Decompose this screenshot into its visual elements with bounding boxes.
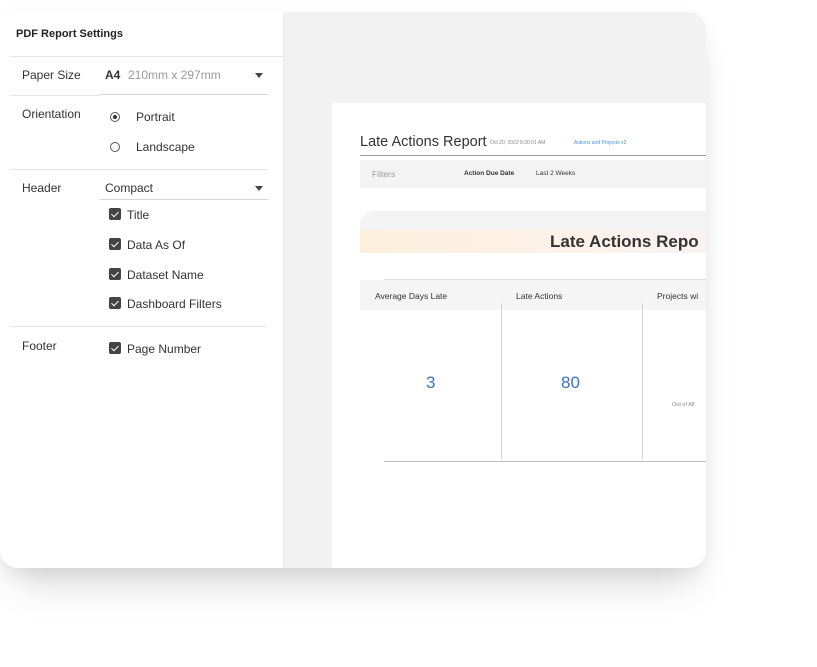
title-check-label: Title [127, 208, 150, 222]
chevron-down-icon [255, 73, 263, 78]
footer-label: Footer [22, 339, 57, 353]
paper-size-label: Paper Size [22, 68, 81, 82]
paper-size-underline [100, 94, 268, 95]
kpi-header: Average Days Late [375, 291, 448, 301]
paper-size-value: A4 [105, 68, 121, 82]
header-style-underline [100, 199, 268, 200]
dataset-name-check-label: Dataset Name [127, 268, 204, 282]
header-label: Header [22, 181, 62, 195]
divider [10, 56, 283, 57]
kpi-header: Projects wi [657, 291, 699, 301]
kpi-header: Late Actions [516, 291, 563, 301]
report-timestamp: Oct 20, 2022 8:30:01 AM [490, 140, 546, 146]
page-number-checkbox[interactable] [109, 342, 121, 354]
landscape-label: Landscape [136, 140, 195, 154]
portrait-radio[interactable] [110, 112, 120, 122]
paper-size-select[interactable]: A4 210mm x 297mm [100, 62, 268, 88]
filter-value: Last 2 Weeks [536, 170, 576, 177]
dashboard-filters-check-label: Dashboard Filters [127, 297, 222, 311]
filters-bar: Filters Action Due Date Last 2 Weeks [360, 160, 706, 188]
data-as-of-checkbox[interactable] [109, 238, 121, 250]
section-bottom-rule [384, 461, 706, 462]
title-checkbox[interactable] [109, 208, 121, 220]
settings-panel: PDF Report Settings Paper Size A4 210mm … [0, 12, 284, 568]
dashboard-filters-checkbox[interactable] [109, 297, 121, 309]
report-banner: Late Actions Repo [360, 230, 706, 253]
dataset-name-checkbox[interactable] [109, 268, 121, 280]
header-style-value: Compact [105, 181, 154, 195]
orientation-label: Orientation [22, 107, 81, 121]
panel-title: PDF Report Settings [16, 28, 123, 40]
title-rule [360, 155, 706, 156]
dataset-link[interactable]: Actions and Projects v2 [574, 140, 626, 146]
data-as-of-check-label: Data As Of [127, 238, 186, 252]
divider [10, 169, 268, 170]
paper-size-detail: 210mm x 297mm [128, 68, 221, 82]
header-style-select[interactable]: Compact [100, 175, 268, 199]
report-preview-page: Late Actions Report Oct 20, 2022 8:30:01… [332, 103, 706, 568]
report-title: Late Actions Report [360, 134, 487, 150]
pdf-settings-window: PDF Report Settings Paper Size A4 210mm … [0, 12, 706, 568]
landscape-radio[interactable] [110, 142, 120, 152]
kpi-divider [501, 303, 502, 459]
kpi-value: 3 [426, 373, 436, 392]
divider [10, 326, 266, 327]
portrait-label: Portrait [136, 110, 175, 124]
banner-title: Late Actions Repo [550, 232, 699, 251]
chevron-down-icon [255, 186, 263, 191]
kpi-value: 80 [561, 373, 580, 392]
page-number-check-label: Page Number [127, 342, 202, 356]
kpi-divider [642, 303, 643, 459]
filters-label: Filters [372, 169, 396, 179]
filter-key: Action Due Date [464, 170, 515, 177]
kpi-header-row: Average Days Late Late Actions Projects … [360, 280, 706, 310]
kpi-subtext: Out of All [672, 402, 695, 408]
divider [10, 95, 100, 96]
